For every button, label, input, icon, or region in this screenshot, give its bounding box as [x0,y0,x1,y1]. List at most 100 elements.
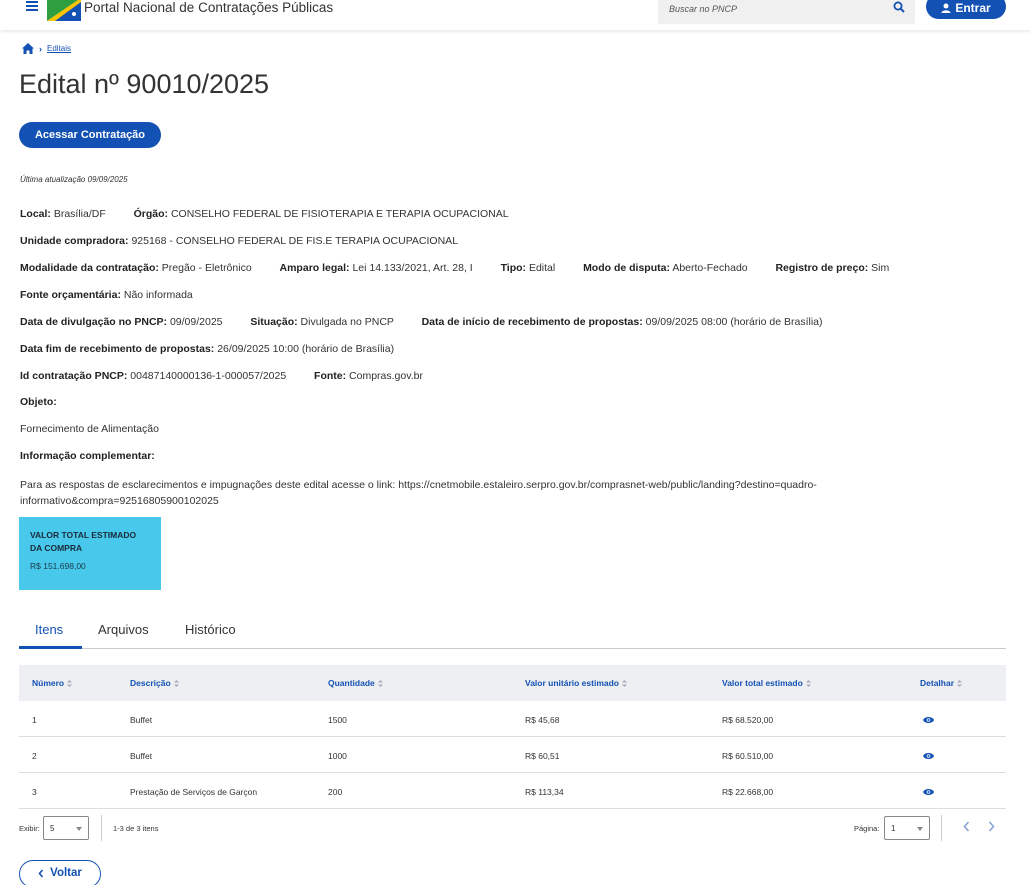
header-quantidade[interactable]: Quantidade [328,678,383,688]
cell-valor-unitario: R$ 60,51 [525,751,560,761]
id-label: Id contratação PNCP: [20,370,128,382]
eye-icon[interactable] [923,752,934,760]
fonte-label: Fonte: [314,370,347,382]
table-header: Número Descrição Quantidade Valor unitár… [19,665,1006,701]
back-button[interactable]: Voltar [19,860,101,885]
chevron-right-icon: › [39,43,42,54]
fim-label: Data fim de recebimento de propostas: [20,343,215,355]
complemento-label: Informação complementar: [20,450,155,462]
portal-title[interactable]: Portal Nacional de Contratações Públicas [84,0,333,15]
menu-icon[interactable] [26,0,40,13]
table-row: 3 Prestação de Serviços de Garçon 200 R$… [19,773,1006,809]
cell-descricao: Buffet [130,715,153,725]
unidade-label: Unidade compradora: [20,235,129,247]
info-line-divulgacao: Data de divulgação no PNCP: 09/09/2025 S… [20,316,823,328]
registro-label: Registro de preço: [775,262,869,274]
page-value: 1 [891,824,896,833]
estimated-value-card: VALOR TOTAL ESTIMADO DA COMPRA R$ 151.69… [19,517,161,590]
modo-value: Aberto-Fechado [672,262,748,274]
header-descricao[interactable]: Descrição [130,678,179,688]
modo-label: Modo de disputa: [583,262,670,274]
objeto-heading: Objeto: [20,396,57,408]
cell-descricao: Prestação de Serviços de Garçon [130,787,258,797]
chevron-left-icon[interactable] [963,821,970,832]
back-label: Voltar [50,867,82,879]
estimated-value-label: VALOR TOTAL ESTIMADO DA COMPRA [30,530,137,553]
sort-icon [67,679,73,687]
fonte-orcamentaria-value: Não informada [123,289,193,301]
local-value: Brasília/DF [53,208,106,220]
cell-valor-unitario: R$ 113,34 [525,787,564,797]
cell-numero: 3 [32,787,37,797]
registro-value: Sim [871,262,890,274]
eye-icon[interactable] [923,716,934,724]
home-icon[interactable] [22,43,34,54]
page-label: Página: [854,824,880,833]
items-table: Número Descrição Quantidade Valor unitár… [19,665,1006,809]
logo-icon [47,0,81,21]
search-input[interactable] [658,0,888,24]
situacao-label: Situação: [250,316,298,328]
chevron-right-icon[interactable] [988,821,995,832]
cell-valor-total: R$ 60.510,00 [722,751,774,761]
last-update-text: Última atualização 09/09/2025 [20,175,128,184]
search-icon[interactable] [893,1,905,13]
header-numero[interactable]: Número [32,678,73,688]
tab-historico[interactable]: Histórico [185,622,236,637]
inicio-label: Data de início de recebimento de propost… [421,316,643,328]
divulgacao-value: 09/09/2025 [169,316,223,328]
objeto-label: Objeto: [20,396,57,408]
sort-icon [957,679,963,687]
amparo-label: Amparo legal: [279,262,350,274]
inicio-value: 09/09/2025 08:00 (horário de Brasília) [645,316,823,328]
cell-quantidade: 200 [328,787,343,797]
info-line-id: Id contratação PNCP: 00487140000136-1-00… [20,370,423,382]
items-per-page-select[interactable]: 5 [43,816,89,840]
sort-icon [805,679,811,687]
gov-logo[interactable] [47,0,81,21]
breadcrumb: › Editais [22,43,71,54]
range-text: 1-3 de 3 itens [113,824,159,833]
header-valor-total[interactable]: Valor total estimado [722,678,811,688]
header-detalhar[interactable]: Detalhar [920,678,963,688]
chevron-down-icon [76,827,82,831]
eye-icon[interactable] [923,788,934,796]
fonte-orcamentaria-label: Fonte orçamentária: [20,289,121,301]
estimated-value-amount: R$ 151.698,00 [30,561,86,571]
access-contract-button[interactable]: Acessar Contratação [19,122,161,148]
sort-icon [377,679,383,687]
local-label: Local: [20,208,51,220]
orgao-value: CONSELHO FEDERAL DE FISIOTERAPIA E TERAP… [170,208,509,220]
unidade-value: 925168 - CONSELHO FEDERAL DE FIS.E TERAP… [131,235,459,247]
header-valor-unitario[interactable]: Valor unitário estimado [525,678,627,688]
active-tab-indicator [19,646,82,649]
cell-numero: 2 [32,751,37,761]
page-select[interactable]: 1 [884,816,930,840]
show-label: Exibir: [19,824,40,833]
login-button[interactable]: Entrar [926,0,1006,19]
fim-value: 26/09/2025 10:00 (horário de Brasília) [217,343,395,355]
info-line-unidade: Unidade compradora: 925168 - CONSELHO FE… [20,235,458,247]
tab-arquivos[interactable]: Arquivos [98,622,149,637]
cell-numero: 1 [32,715,37,725]
orgao-label: Órgão: [133,208,169,220]
complemento-heading: Informação complementar: [20,450,155,462]
id-value: 00487140000136-1-000057/2025 [130,370,287,382]
chevron-left-icon [38,868,44,878]
breadcrumb-item-editais[interactable]: Editais [47,44,71,53]
search-box [658,0,915,24]
tipo-value: Edital [528,262,556,274]
cell-valor-total: R$ 68.520,00 [722,715,774,725]
sort-icon [173,679,179,687]
top-header: Portal Nacional de Contratações Públicas… [0,0,1031,30]
sort-icon [622,679,627,687]
tipo-label: Tipo: [500,262,527,274]
tab-itens[interactable]: Itens [35,622,63,637]
divider [941,815,942,841]
login-label: Entrar [955,1,991,15]
info-line-modalidade: Modalidade da contratação: Pregão - Elet… [20,262,889,274]
cell-descricao: Buffet [130,751,153,761]
pagination-bar: Exibir: 5 1-3 de 3 itens Página: 1 [19,815,1006,841]
divider [101,815,102,841]
cell-valor-unitario: R$ 45,68 [525,715,560,725]
